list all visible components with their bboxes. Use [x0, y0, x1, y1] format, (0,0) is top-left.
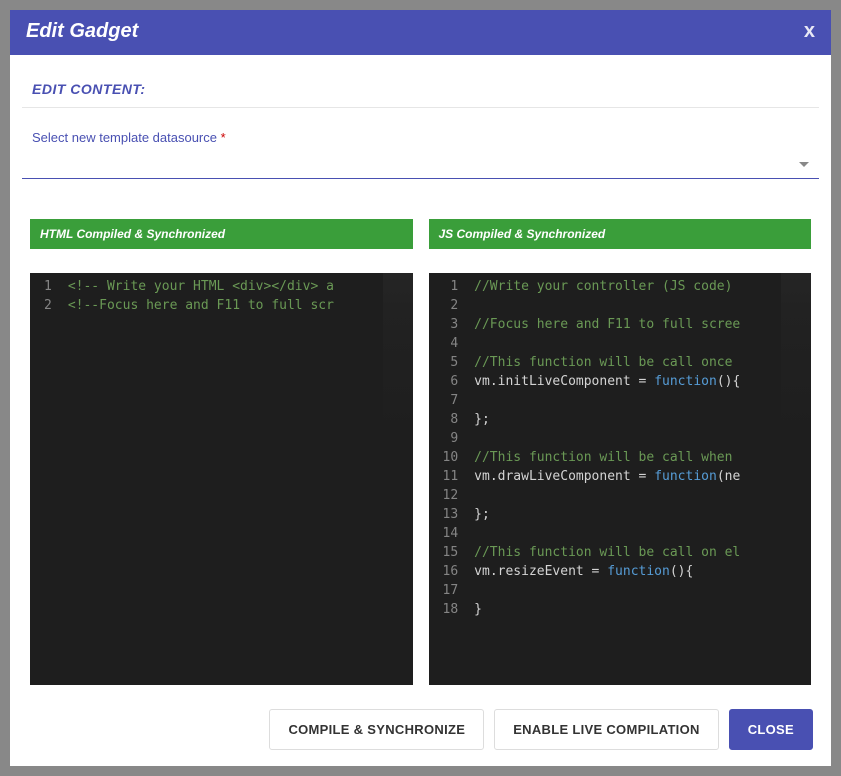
enable-live-compilation-button[interactable]: ENABLE LIVE COMPILATION: [494, 709, 719, 750]
html-badge: HTML Compiled & Synchronized: [30, 219, 413, 249]
datasource-select[interactable]: [22, 151, 819, 179]
modal-body: EDIT CONTENT: Select new template dataso…: [10, 55, 831, 695]
js-minimap[interactable]: [781, 273, 811, 685]
edit-gadget-modal: Edit Gadget x EDIT CONTENT: Select new t…: [10, 10, 831, 766]
js-code-lines[interactable]: //Write your controller (JS code) //Focu…: [468, 273, 781, 685]
js-gutter: 1 2 3 4 5 6 7 8 9 10 11 12 13 14 15 16 1…: [429, 273, 469, 685]
html-code-editor[interactable]: 1 2 <!-- Write your HTML <div></div> a<!…: [30, 273, 413, 685]
datasource-label-text: Select new template datasource: [32, 130, 217, 145]
modal-header: Edit Gadget x: [10, 10, 831, 55]
editors-row: HTML Compiled & Synchronized 1 2 <!-- Wr…: [22, 219, 819, 685]
section-label: EDIT CONTENT:: [22, 75, 819, 108]
js-code-editor[interactable]: 1 2 3 4 5 6 7 8 9 10 11 12 13 14 15 16 1…: [429, 273, 812, 685]
close-button[interactable]: CLOSE: [729, 709, 813, 750]
html-editor-column: HTML Compiled & Synchronized 1 2 <!-- Wr…: [30, 219, 413, 685]
js-badge: JS Compiled & Synchronized: [429, 219, 812, 249]
datasource-label: Select new template datasource *: [22, 130, 819, 145]
html-minimap[interactable]: [383, 273, 413, 685]
modal-footer: COMPILE & SYNCHRONIZE ENABLE LIVE COMPIL…: [10, 695, 831, 766]
required-mark: *: [221, 130, 226, 145]
js-editor-column: JS Compiled & Synchronized 1 2 3 4 5 6 7…: [429, 219, 812, 685]
html-code-lines[interactable]: <!-- Write your HTML <div></div> a<!--Fo…: [62, 273, 383, 685]
html-gutter: 1 2: [30, 273, 62, 685]
chevron-down-icon: [799, 162, 809, 167]
datasource-field: Select new template datasource *: [22, 108, 819, 179]
modal-title: Edit Gadget: [26, 20, 138, 43]
compile-synchronize-button[interactable]: COMPILE & SYNCHRONIZE: [269, 709, 484, 750]
datasource-input[interactable]: [32, 157, 799, 173]
close-icon[interactable]: x: [804, 20, 815, 43]
